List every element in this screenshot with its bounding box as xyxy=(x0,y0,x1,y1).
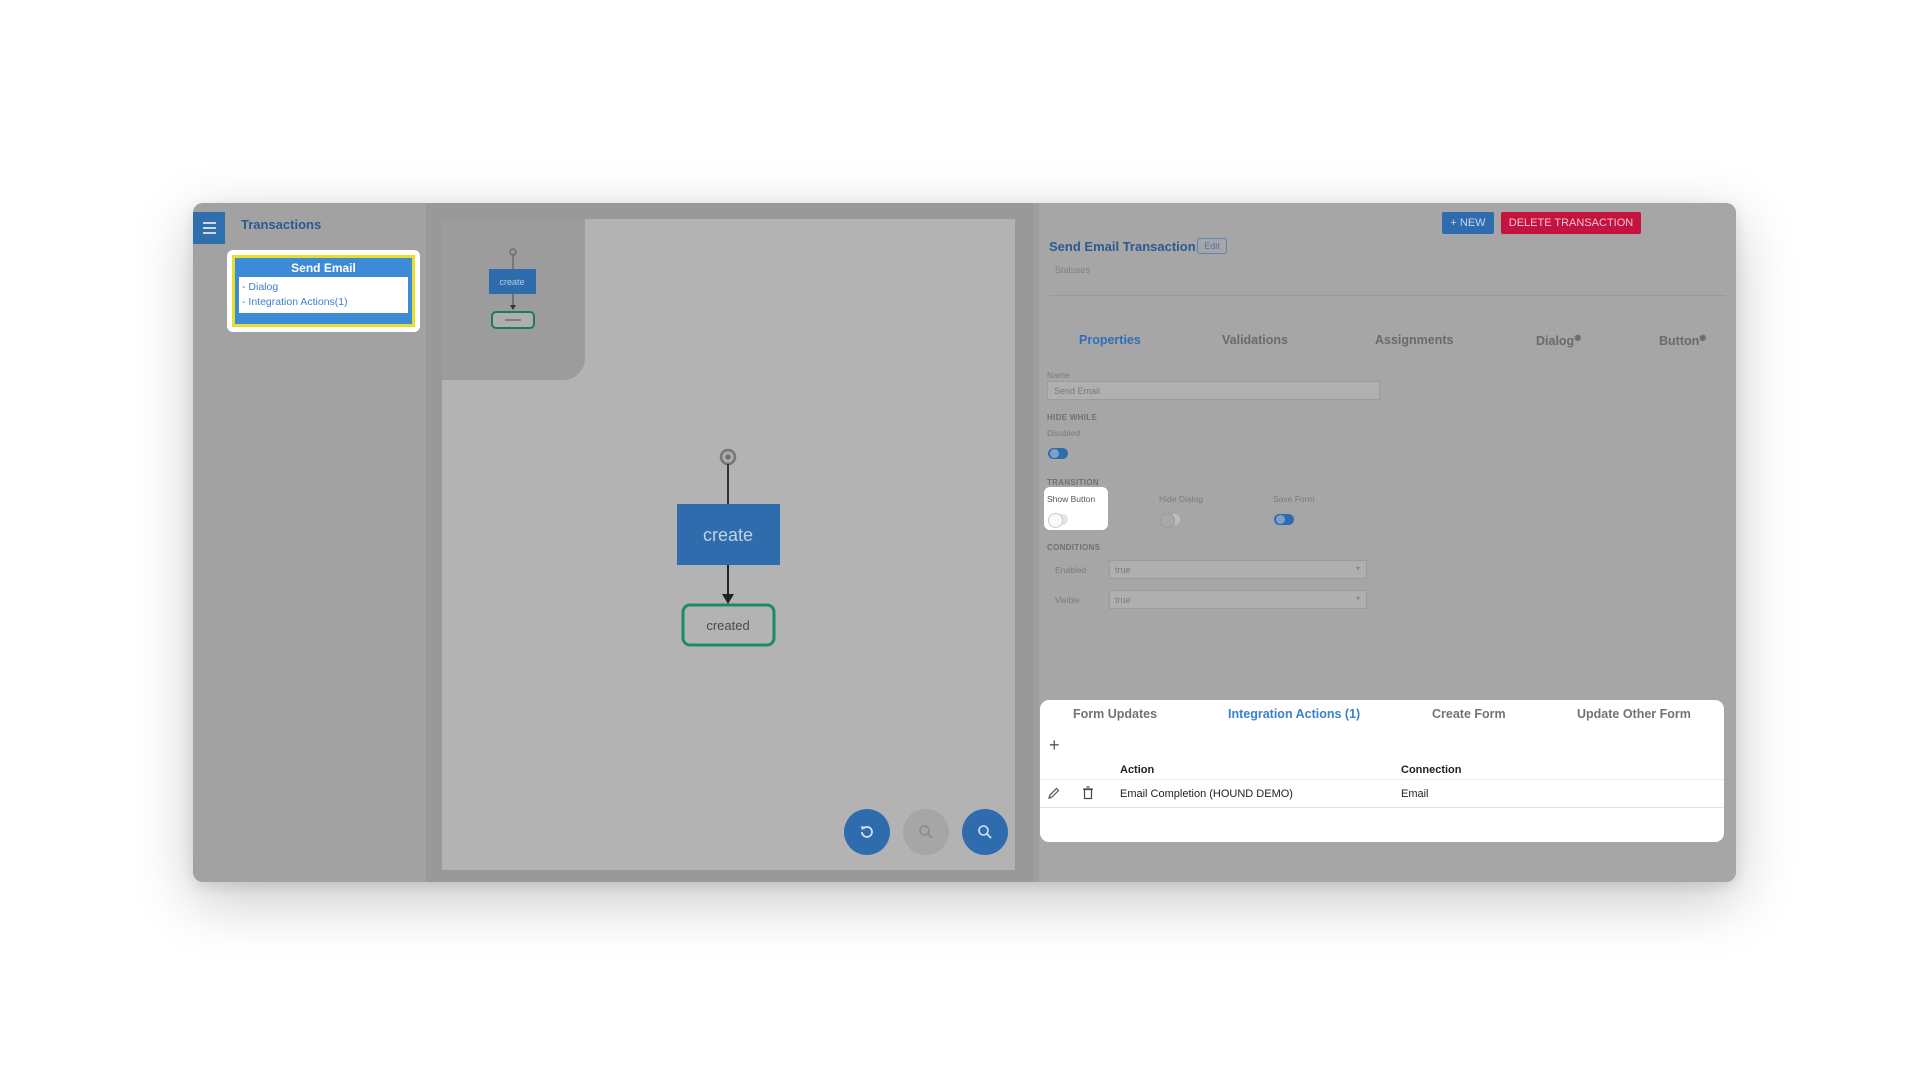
tab-dialog[interactable]: Dialog◉ xyxy=(1536,333,1581,348)
hide-dialog-toggle[interactable] xyxy=(1160,513,1180,528)
app-window: Transactions Send Email - Dialog - Integ… xyxy=(193,203,1736,882)
disabled-label: Disabled xyxy=(1047,428,1081,438)
conditions-section: CONDITIONS xyxy=(1047,543,1101,552)
zoom-out-button[interactable] xyxy=(903,809,949,855)
transaction-heading: Send Email Transaction xyxy=(1049,239,1196,254)
show-button-toggle[interactable] xyxy=(1048,513,1068,528)
node-created-label: created xyxy=(706,618,749,633)
show-button-label: Show Button xyxy=(1047,494,1096,504)
tab-create-form[interactable]: Create Form xyxy=(1432,707,1506,721)
tab-button[interactable]: Button◉ xyxy=(1659,333,1706,348)
reset-zoom-button[interactable] xyxy=(844,809,890,855)
add-action-button[interactable]: + xyxy=(1049,735,1060,756)
transaction-card-items: - Dialog - Integration Actions(1) xyxy=(239,277,408,313)
chevron-down-icon: ▾ xyxy=(1355,594,1360,603)
reset-icon xyxy=(861,826,873,838)
save-form-label: Save Form xyxy=(1273,494,1315,504)
edit-button[interactable]: Edit xyxy=(1197,238,1227,254)
column-action: Action xyxy=(1120,764,1155,776)
name-label: Name xyxy=(1047,370,1070,380)
visible-label: Visible xyxy=(1055,595,1080,605)
dialog-visibility-icon: ◉ xyxy=(1574,333,1582,342)
transaction-card-item-dialog[interactable]: - Dialog xyxy=(242,280,405,295)
menu-toggle-button[interactable] xyxy=(193,212,225,244)
zoom-out-icon xyxy=(919,825,933,839)
disabled-toggle[interactable] xyxy=(1048,448,1068,459)
transaction-card-item-integration-actions[interactable]: - Integration Actions(1) xyxy=(242,295,405,310)
enabled-label: Enabled xyxy=(1055,565,1087,575)
row-connection: Email xyxy=(1401,788,1429,800)
hide-while-section: HIDE WHILE xyxy=(1047,413,1098,422)
column-connection: Connection xyxy=(1401,764,1462,776)
workflow-canvas[interactable]: create create created xyxy=(442,219,1015,870)
save-form-toggle[interactable] xyxy=(1274,514,1294,525)
tab-integration-actions[interactable]: Integration Actions (1) xyxy=(1228,707,1360,721)
transaction-card-title: Send Email xyxy=(291,261,356,275)
transaction-card-send-email[interactable]: Send Email - Dialog - Integration Action… xyxy=(227,250,420,332)
menu-icon xyxy=(202,222,216,224)
statuses-label: Statuses xyxy=(1055,265,1091,275)
new-button[interactable]: + NEW xyxy=(1442,212,1494,234)
tab-assignments[interactable]: Assignments xyxy=(1375,333,1454,347)
sidebar-title: Transactions xyxy=(241,217,322,232)
tab-validations[interactable]: Validations xyxy=(1222,333,1288,347)
transactions-sidebar: Transactions Send Email - Dialog - Integ… xyxy=(193,203,426,882)
edit-icon[interactable] xyxy=(1047,786,1061,800)
name-input[interactable]: Send Email xyxy=(1047,381,1380,400)
button-visibility-icon: ◉ xyxy=(1699,333,1707,342)
node-create-label: create xyxy=(703,525,753,545)
transition-section: TRANSITION xyxy=(1047,478,1099,487)
zoom-in-button[interactable] xyxy=(962,809,1008,855)
table-header: Action Connection xyxy=(1040,760,1724,780)
delete-transaction-button[interactable]: DELETE TRANSACTION xyxy=(1501,212,1641,234)
header-divider xyxy=(1049,295,1726,296)
chevron-down-icon: ▾ xyxy=(1355,564,1360,573)
transaction-details-panel: + NEW DELETE TRANSACTION Send Email Tran… xyxy=(1039,203,1736,882)
enabled-select[interactable]: true ▾ xyxy=(1109,560,1367,579)
tab-update-other-form[interactable]: Update Other Form xyxy=(1577,707,1691,721)
table-row: Email Completion (HOUND DEMO) Email xyxy=(1040,780,1724,808)
hide-dialog-label: Hide Dialog xyxy=(1159,494,1203,504)
zoom-in-icon xyxy=(978,825,992,839)
edge-arrowhead xyxy=(722,594,734,604)
tab-form-updates[interactable]: Form Updates xyxy=(1073,707,1157,721)
tab-properties[interactable]: Properties xyxy=(1079,333,1141,347)
workflow-canvas-area: create create created xyxy=(426,203,1033,882)
trash-icon[interactable] xyxy=(1082,786,1094,800)
properties-tabs: Properties Validations Assignments Dialo… xyxy=(1039,333,1736,357)
visible-select[interactable]: true ▾ xyxy=(1109,590,1367,609)
row-action: Email Completion (HOUND DEMO) xyxy=(1120,788,1293,800)
transaction-card-frame: Send Email - Dialog - Integration Action… xyxy=(232,255,415,327)
workflow-graph: create created xyxy=(677,448,780,647)
actions-card: Form Updates Integration Actions (1) Cre… xyxy=(1040,700,1724,842)
